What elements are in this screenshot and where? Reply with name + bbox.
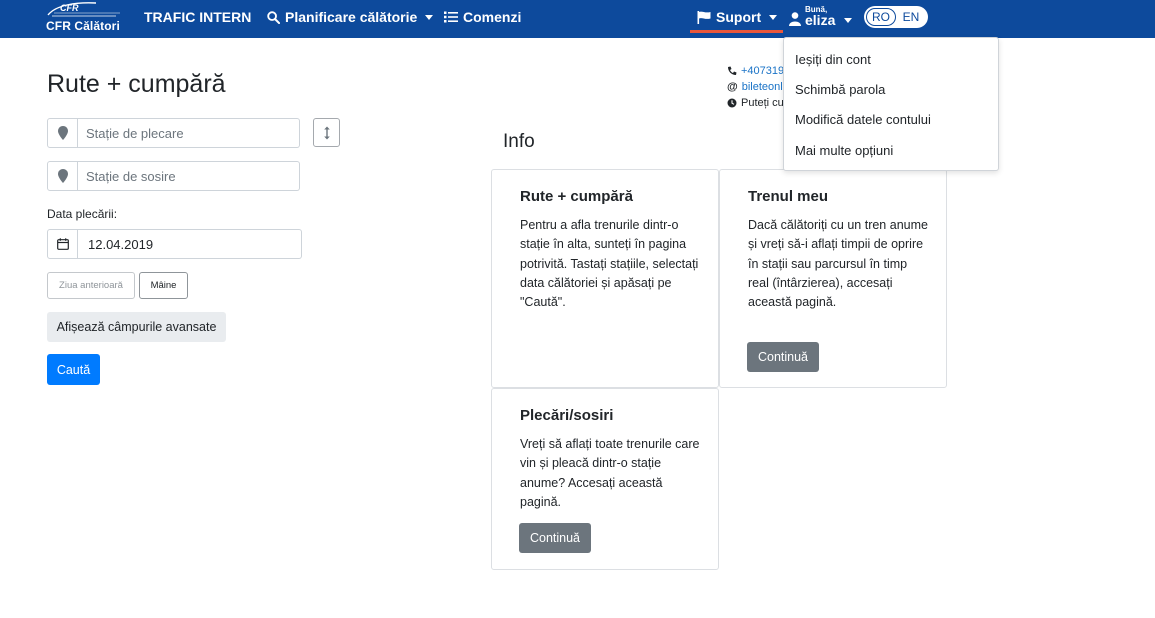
nav-comenzi-label: Comenzi — [463, 9, 522, 25]
user-name: eliza — [805, 12, 836, 28]
lang-en[interactable]: EN — [896, 8, 926, 26]
card-text: Dacă călătoriți cu un tren anume și vreț… — [748, 218, 928, 310]
card-title: Plecări/sosiri — [520, 407, 614, 424]
swap-vertical-icon — [323, 126, 330, 139]
clock-icon — [727, 98, 737, 108]
date-input-group: 12.04.2019 — [47, 229, 302, 259]
language-toggle[interactable]: RO EN — [864, 6, 928, 28]
contact-hours: Puteți cu — [727, 95, 784, 111]
logo-text: CFR Călători — [46, 19, 120, 33]
nav-suport-label: Suport — [716, 9, 762, 25]
contact-email-link[interactable]: bileteonl — [742, 79, 783, 95]
chevron-down-icon — [769, 14, 778, 20]
user-dropdown-menu: Ieșiți din cont Schimbă parola Modifică … — [783, 37, 999, 171]
card-text: Pentru a afla trenurile dintr-o stație î… — [520, 218, 699, 310]
calendar-icon — [56, 238, 69, 250]
departure-station-group: Stație de plecare — [47, 118, 300, 148]
list-icon — [444, 11, 458, 23]
nav-suport-dropdown[interactable]: Suport — [697, 9, 778, 25]
menu-item-edit-account[interactable]: Modifică datele contului — [795, 112, 931, 127]
phone-icon — [728, 66, 737, 75]
at-icon: @ — [727, 81, 738, 93]
flag-icon — [697, 10, 711, 24]
lang-ro[interactable]: RO — [866, 8, 896, 26]
info-card-my-train: Trenul meu Dacă călătoriți cu un tren an… — [719, 169, 947, 388]
page-title: Rute + cumpără — [47, 70, 226, 98]
menu-item-more-options[interactable]: Mai multe opțiuni — [795, 143, 893, 158]
departure-marker — [47, 118, 78, 148]
contact-hours-text: Puteți cu — [741, 97, 784, 109]
map-marker-icon — [57, 126, 68, 140]
logo-top-text: CFR — [60, 3, 79, 13]
chevron-down-icon — [425, 14, 434, 20]
search-button[interactable]: Caută — [47, 354, 100, 385]
top-navbar: CFR CFR Călători TRAFIC INTERN Planifica… — [0, 0, 1155, 38]
contact-email: @ bileteonl — [727, 79, 784, 95]
nav-trafic-intern[interactable]: TRAFIC INTERN — [144, 9, 251, 25]
cfr-logo[interactable]: CFR CFR Călători — [46, 1, 124, 35]
card-text: Vreți să aflați toate trenurile care vin… — [520, 437, 700, 509]
date-input[interactable]: 12.04.2019 — [78, 229, 302, 259]
continue-button[interactable]: Continuă — [519, 523, 591, 553]
menu-item-logout[interactable]: Ieșiți din cont — [795, 52, 871, 67]
menu-item-change-password[interactable]: Schimbă parola — [795, 82, 885, 97]
continue-button[interactable]: Continuă — [747, 342, 819, 372]
advanced-fields-button[interactable]: Afișează câmpurile avansate — [47, 312, 226, 342]
info-title: Info — [503, 131, 535, 152]
departure-station-input[interactable]: Stație de plecare — [78, 118, 300, 148]
info-card-departures: Plecări/sosiri Vreți să aflați toate tre… — [491, 388, 719, 570]
contact-info: +407319 @ bileteonl Puteți cu — [727, 63, 784, 111]
next-day-button[interactable]: Mâine — [139, 272, 188, 299]
search-icon — [267, 10, 280, 24]
card-title: Trenul meu — [748, 188, 829, 205]
chevron-down-icon — [844, 18, 852, 23]
user-icon — [789, 12, 801, 26]
active-nav-indicator — [690, 30, 783, 33]
nav-planificare-label: Planificare călătorie — [285, 9, 418, 25]
map-marker-icon — [57, 169, 68, 183]
contact-phone-link[interactable]: +407319 — [741, 63, 784, 79]
arrival-station-input[interactable]: Stație de sosire — [78, 161, 300, 191]
swap-stations-button[interactable] — [313, 118, 340, 147]
nav-trafic-label: TRAFIC INTERN — [144, 9, 252, 25]
date-label: Data plecării: — [47, 207, 118, 221]
calendar-button[interactable] — [47, 229, 78, 259]
cfr-logo-icon: CFR — [47, 2, 120, 17]
card-title: Rute + cumpără — [520, 188, 633, 205]
arrival-marker — [47, 161, 78, 191]
info-card-routes: Rute + cumpără Pentru a afla trenurile d… — [491, 169, 719, 388]
contact-phone: +407319 — [727, 63, 784, 79]
nav-comenzi[interactable]: Comenzi — [444, 9, 521, 25]
arrival-station-group: Stație de sosire — [47, 161, 300, 191]
nav-planificare-dropdown[interactable]: Planificare călătorie — [267, 9, 434, 25]
previous-day-button[interactable]: Ziua anterioară — [47, 272, 135, 299]
